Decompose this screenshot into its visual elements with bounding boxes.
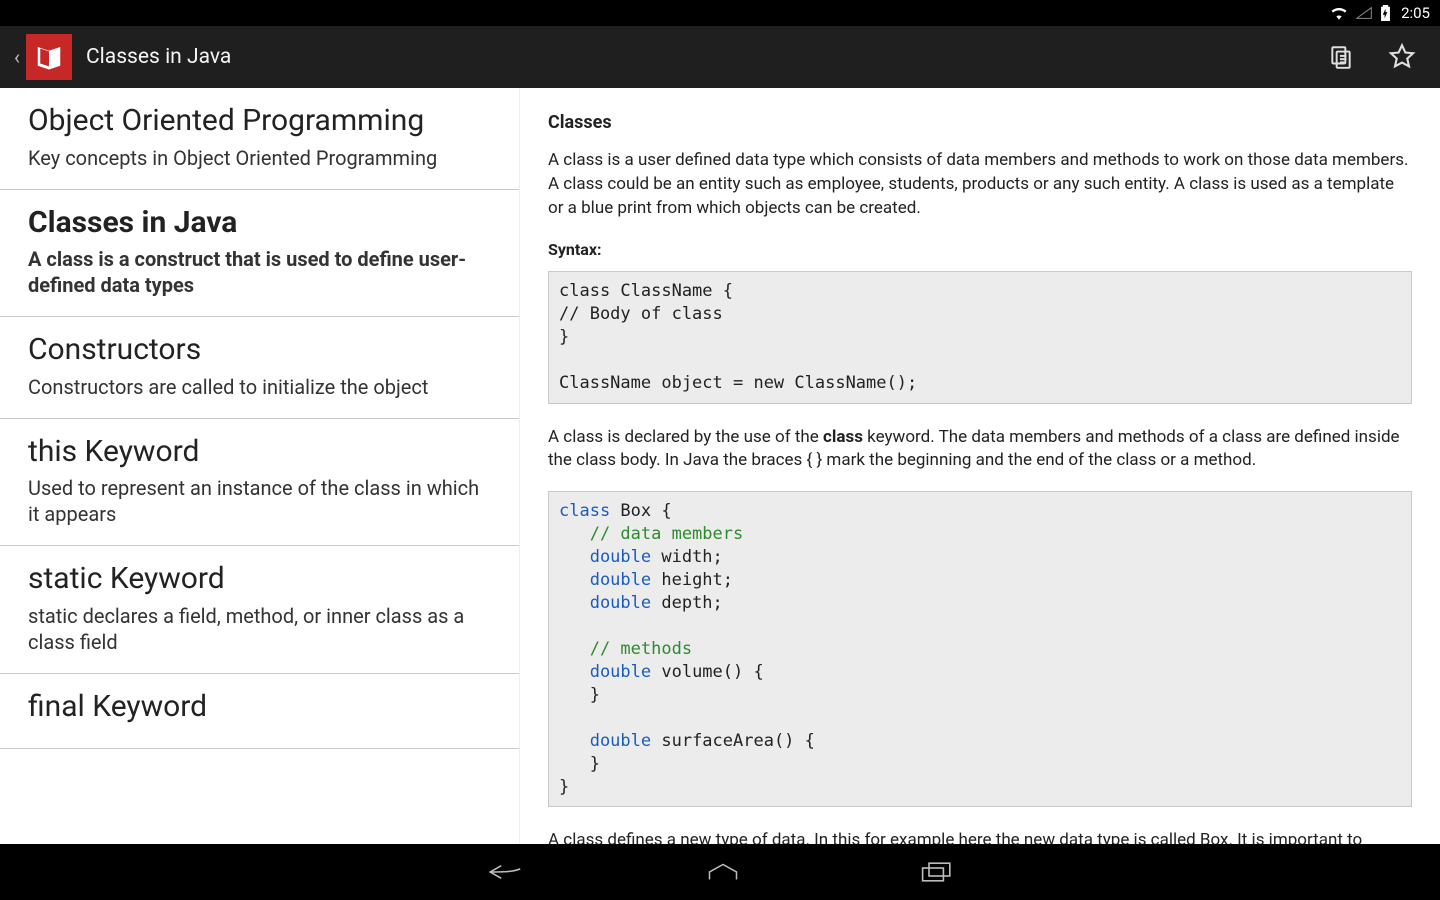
sidebar-item-title: Classes in Java [28,206,491,241]
content-para-intro: A class is a user defined data type whic… [548,149,1412,220]
sidebar-item-oop[interactable]: Object Oriented Programming Key concepts… [0,88,519,190]
content-heading: Classes [548,110,1412,135]
sidebar-item-subtitle: Constructors are called to initialize th… [28,374,491,400]
sidebar-item-final[interactable]: final Keyword [0,674,519,750]
nav-recent-icon[interactable] [921,861,953,883]
signal-icon [1356,6,1372,20]
nav-home-icon[interactable] [705,861,741,883]
sidebar-item-title: final Keyword [28,690,491,725]
sidebar-item-subtitle: Used to represent an instance of the cla… [28,475,491,527]
sidebar-item-title: this Keyword [28,435,491,470]
sidebar-item-classes[interactable]: Classes in Java A class is a construct t… [0,190,519,318]
sidebar-item-title: static Keyword [28,562,491,597]
action-bar: ‹ Classes in Java [0,26,1440,88]
sidebar-item-constructors[interactable]: Constructors Constructors are called to … [0,317,519,419]
sidebar[interactable]: Object Oriented Programming Key concepts… [0,88,520,844]
content-para-declare: A class is declared by the use of the cl… [548,426,1412,474]
sidebar-item-title: Object Oriented Programming [28,104,491,139]
system-navbar [0,844,1440,900]
wifi-icon [1330,6,1348,20]
battery-icon [1380,5,1391,21]
app-logo[interactable] [26,34,72,80]
sidebar-item-subtitle: A class is a construct that is used to d… [28,246,491,298]
page-title: Classes in Java [86,45,231,69]
back-button[interactable]: ‹ [14,45,20,69]
copy-icon[interactable] [1328,44,1354,70]
syntax-label: Syntax: [548,239,1412,261]
sidebar-item-subtitle: static declares a field, method, or inne… [28,603,491,655]
syntax-code-block: class ClassName { // Body of class } Cla… [548,271,1412,404]
content-pane[interactable]: Classes A class is a user defined data t… [520,88,1440,844]
example-code-block: class Box { // data members double width… [548,491,1412,807]
sidebar-item-title: Constructors [28,333,491,368]
sidebar-item-this[interactable]: this Keyword Used to represent an instan… [0,419,519,547]
sidebar-item-subtitle: Key concepts in Object Oriented Programm… [28,145,491,171]
nav-back-icon[interactable] [487,860,525,884]
status-clock: 2:05 [1401,4,1430,22]
workspace: Object Oriented Programming Key concepts… [0,88,1440,844]
content-para-closing: A class defines a new type of data. In t… [548,829,1412,844]
sidebar-item-static[interactable]: static Keyword static declares a field, … [0,546,519,674]
status-bar: 2:05 [0,0,1440,26]
star-icon[interactable] [1388,43,1416,71]
